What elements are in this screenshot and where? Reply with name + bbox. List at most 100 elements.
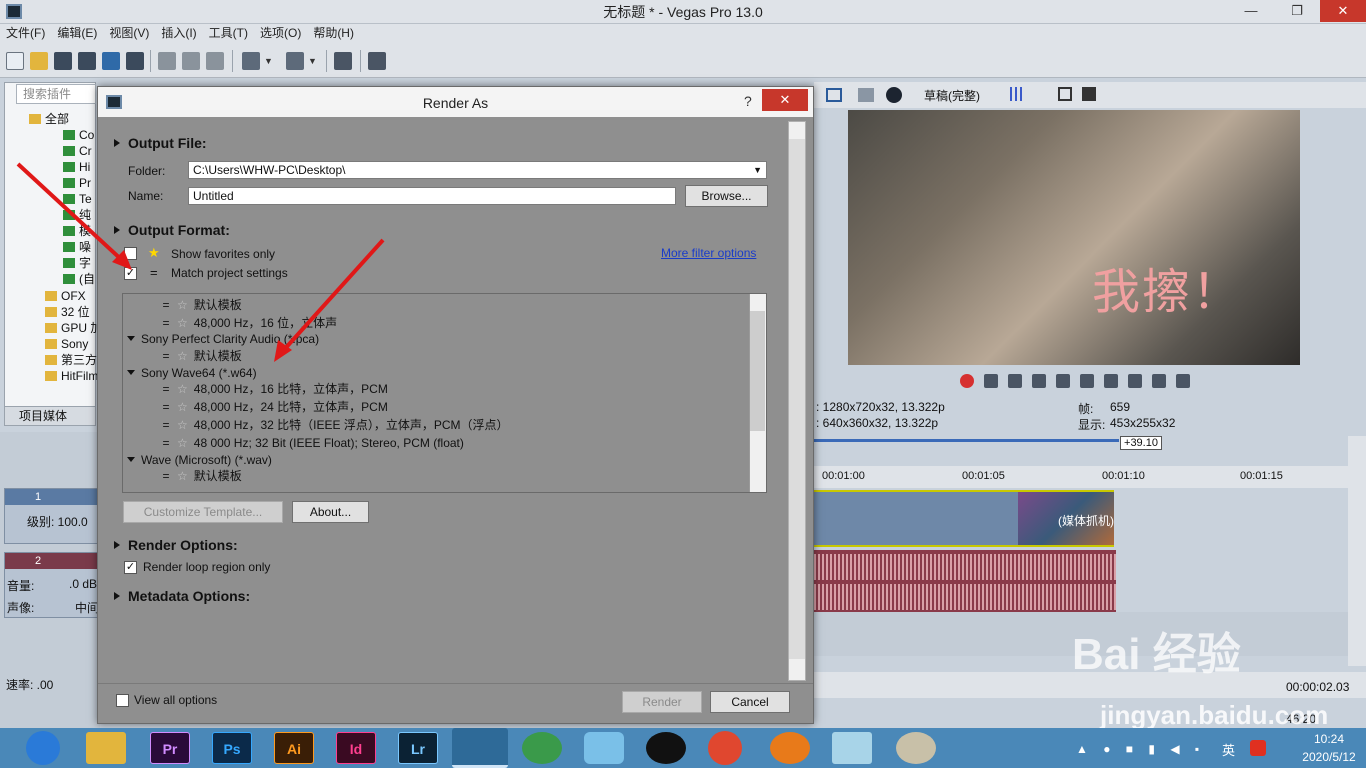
menu-tools[interactable]: 工具(T)	[203, 24, 254, 42]
star-outline-icon[interactable]: ☆	[177, 436, 188, 450]
name-field[interactable]: Untitled	[188, 187, 676, 205]
template-item[interactable]: = ☆ 48 000 Hz; 32 Bit (IEEE Float); Stereo…	[159, 434, 463, 452]
tree-item[interactable]: 字	[5, 255, 97, 271]
menu-edit[interactable]: 编辑(E)	[51, 24, 103, 42]
sogou-icon[interactable]	[1250, 740, 1266, 756]
template-item[interactable]: = ☆ 默认模板	[159, 347, 241, 365]
dialog-scroll-thumb[interactable]	[789, 139, 805, 659]
tree-item[interactable]: (自	[5, 271, 97, 287]
app-icon[interactable]	[770, 732, 810, 764]
go-to-end-icon[interactable]	[1128, 374, 1142, 388]
tree-item[interactable]: Pr	[5, 175, 97, 191]
render-options-section[interactable]: Render Options:	[114, 537, 238, 553]
tree-item[interactable]: 纯	[5, 207, 97, 223]
close-button[interactable]: ✕	[1320, 0, 1366, 22]
tree-item-32bit[interactable]: 32 位	[5, 304, 97, 320]
menu-insert[interactable]: 插入(I)	[155, 24, 202, 42]
cancel-button[interactable]: Cancel	[710, 691, 790, 713]
menu-file[interactable]: 文件(F)	[0, 24, 51, 42]
folder-field[interactable]: C:\Users\WHW-PC\Desktop\ ▼	[188, 161, 767, 179]
tree-item[interactable]: Hi	[5, 159, 97, 175]
audio-event[interactable]	[814, 550, 1116, 612]
timeline-ruler[interactable]: 00:01:00 00:01:05 00:01:10 00:01:15	[814, 466, 1354, 488]
tray-icons[interactable]: ▲ ● ■ ▮ ◀ ▪	[1076, 742, 1206, 756]
monitor-icon[interactable]	[826, 88, 842, 102]
star-outline-icon[interactable]: ☆	[177, 400, 188, 414]
properties-icon[interactable]	[126, 52, 144, 70]
tree-item[interactable]: Te	[5, 191, 97, 207]
output-file-section[interactable]: Output File:	[114, 135, 207, 151]
volume-value[interactable]: .0 dB	[69, 577, 97, 591]
app-icon[interactable]	[896, 732, 936, 764]
taskbar-app[interactable]: Id	[336, 732, 376, 764]
menu-view[interactable]: 视图(V)	[103, 24, 155, 42]
timeline-scrollbar[interactable]	[1348, 436, 1366, 666]
cut-icon[interactable]	[158, 52, 176, 70]
menu-help[interactable]: 帮助(H)	[307, 24, 360, 42]
help-button[interactable]: ?	[744, 93, 752, 109]
save-snapshot-icon[interactable]	[1082, 87, 1096, 101]
start-button[interactable]	[26, 731, 60, 765]
paste-icon[interactable]	[206, 52, 224, 70]
ime-indicator[interactable]: 英	[1222, 740, 1235, 759]
template-list-scroll-thumb[interactable]	[750, 311, 765, 431]
tree-item-gpu[interactable]: GPU 加	[5, 320, 97, 336]
star-outline-icon[interactable]: ☆	[177, 349, 188, 363]
vegas-taskbar-icon[interactable]	[452, 728, 508, 768]
output-format-section[interactable]: Output Format:	[114, 222, 230, 238]
star-outline-icon[interactable]: ☆	[177, 382, 188, 396]
what-is-this-icon[interactable]	[368, 52, 386, 70]
browse-button[interactable]: Browse...	[685, 185, 768, 207]
prev-frame-icon[interactable]	[1152, 374, 1166, 388]
record-icon[interactable]	[960, 374, 974, 388]
star-outline-icon[interactable]: ☆	[177, 418, 188, 432]
tree-item-hitfilm[interactable]: HitFilm	[5, 368, 97, 384]
loop-icon[interactable]	[984, 374, 998, 388]
redo-icon[interactable]	[286, 52, 304, 70]
redo-dropdown-icon[interactable]: ▼	[308, 52, 318, 70]
play-from-start-icon[interactable]	[1008, 374, 1022, 388]
metadata-options-section[interactable]: Metadata Options:	[114, 588, 250, 604]
chevron-down-icon[interactable]: ▼	[753, 162, 762, 178]
go-to-start-icon[interactable]	[1104, 374, 1118, 388]
clock-date[interactable]: 2020/5/12	[1296, 750, 1362, 764]
customize-template-button[interactable]: Customize Template...	[123, 501, 283, 523]
next-frame-icon[interactable]	[1176, 374, 1190, 388]
pan-value[interactable]: 中间	[75, 599, 99, 616]
tree-item-third-party[interactable]: 第三方	[5, 352, 97, 368]
star-outline-icon[interactable]: ☆	[177, 298, 188, 312]
template-item[interactable]: = ☆ 默认模板	[159, 467, 241, 485]
app-icon[interactable]	[584, 732, 624, 764]
taskbar-app[interactable]: Ai	[274, 732, 314, 764]
qq-icon[interactable]	[646, 732, 686, 764]
tree-item-ofx[interactable]: OFX	[5, 288, 97, 304]
app-icon[interactable]	[522, 732, 562, 764]
save-icon[interactable]	[54, 52, 72, 70]
view-all-options-checkbox[interactable]	[116, 694, 129, 707]
more-filter-options-link[interactable]: More filter options	[661, 246, 756, 260]
dialog-close-button[interactable]: ✕	[762, 89, 808, 111]
new-file-icon[interactable]	[6, 52, 24, 70]
save-as-icon[interactable]	[78, 52, 96, 70]
chrome-icon[interactable]	[708, 731, 742, 765]
tree-item[interactable]: Cr	[5, 143, 97, 159]
app-icon[interactable]	[832, 732, 872, 764]
video-track-header[interactable]: 1 级别: 100.0	[4, 488, 101, 544]
undo-icon[interactable]	[242, 52, 260, 70]
play-icon[interactable]	[1032, 374, 1046, 388]
pause-icon[interactable]	[1056, 374, 1070, 388]
tree-item[interactable]: 模	[5, 223, 97, 239]
plugin-search-input[interactable]: 搜索插件	[16, 84, 96, 104]
render-icon[interactable]	[102, 52, 120, 70]
tree-item[interactable]: 噪	[5, 239, 97, 255]
render-loop-checkbox[interactable]: ✓	[124, 561, 137, 574]
grid-icon[interactable]	[1010, 87, 1024, 101]
clock-time[interactable]: 10:24	[1296, 732, 1362, 746]
taskbar-app[interactable]: Lr	[398, 732, 438, 764]
template-item[interactable]: = ☆ 48,000 Hz，24 比特，立体声，PCM	[159, 398, 387, 416]
render-button[interactable]: Render	[622, 691, 702, 713]
star-outline-icon[interactable]: ☆	[177, 469, 188, 483]
template-item[interactable]: = ☆ 默认模板	[159, 296, 241, 314]
template-item[interactable]: = ☆ 48,000 Hz，16 比特，立体声，PCM	[159, 380, 387, 398]
template-list[interactable]: = ☆ 默认模板 = ☆ 48,000 Hz，16 位，立体声 Sony Perfect…	[122, 293, 767, 493]
